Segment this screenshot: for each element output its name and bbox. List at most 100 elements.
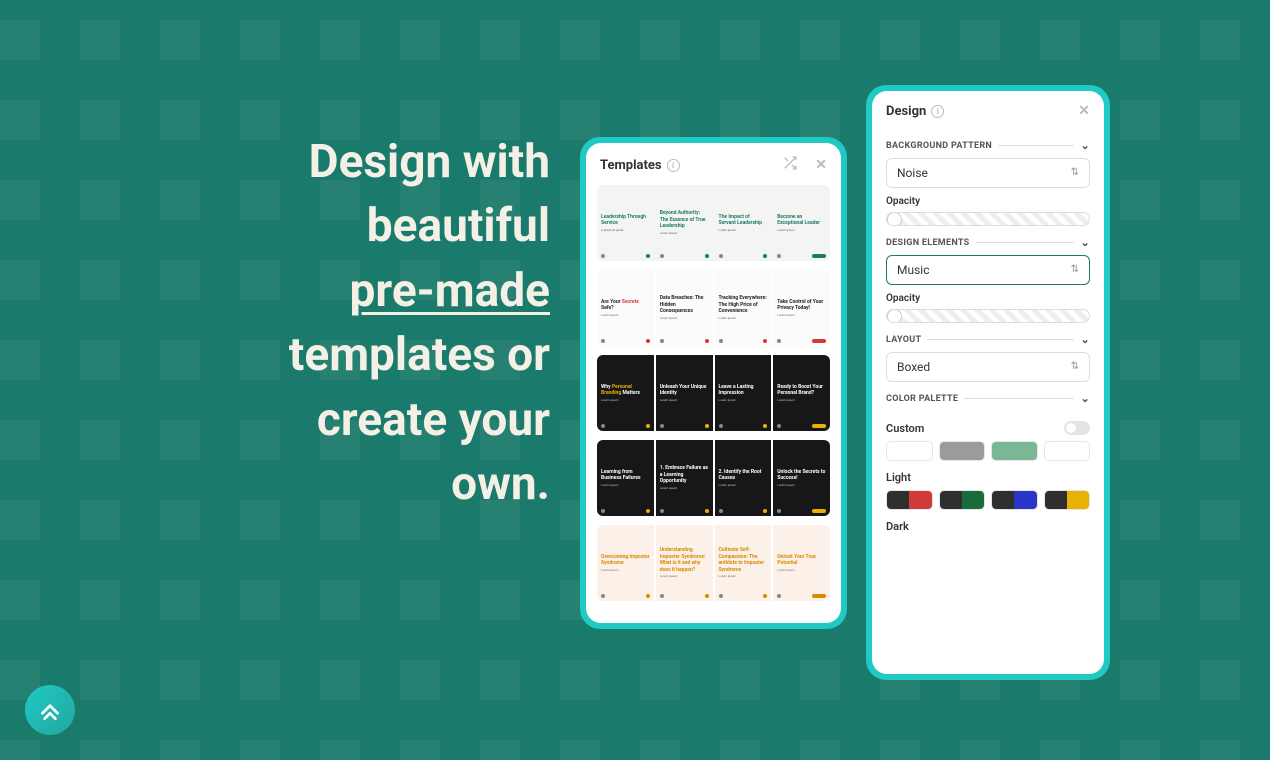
template-card-title: Are Your Secrets Safe?	[601, 299, 650, 312]
select-value: Boxed	[897, 360, 930, 374]
template-card-sub: Lorem ipsum	[601, 399, 650, 403]
template-card[interactable]: Unlock the Secrets to Success!Lorem ipsu…	[773, 440, 830, 516]
section-color-palette[interactable]: COLOR PALETTE ⌄	[886, 392, 1090, 405]
swatch[interactable]	[1044, 441, 1091, 461]
template-card-sub: Lorem ipsum	[660, 232, 709, 236]
templates-list[interactable]: Leadership Through ServiceA practical gu…	[586, 185, 841, 623]
swatch[interactable]	[991, 441, 1038, 461]
palette-swatch[interactable]	[939, 490, 986, 510]
design-phone-frame: Design i ✕ BACKGROUND PATTERN ⌄ Noise ⇅ …	[866, 85, 1110, 680]
layout-select[interactable]: Boxed ⇅	[886, 352, 1090, 382]
palette-swatch[interactable]	[991, 490, 1038, 510]
template-card-sub: Lorem ipsum	[719, 229, 768, 233]
background-pattern-select[interactable]: Noise ⇅	[886, 158, 1090, 188]
headline-line: templates or	[289, 328, 550, 382]
template-card-sub: Lorem ipsum	[601, 569, 650, 573]
design-panel: Design i ✕ BACKGROUND PATTERN ⌄ Noise ⇅ …	[872, 91, 1104, 674]
updown-icon: ⇅	[1071, 168, 1079, 178]
template-card[interactable]: The Impact of Servant LeadershipLorem ip…	[715, 185, 772, 261]
shuffle-icon[interactable]	[782, 155, 798, 175]
section-label: COLOR PALETTE	[886, 394, 958, 404]
palette-swatch[interactable]	[1044, 490, 1091, 510]
template-card[interactable]: Understanding Imposter Syndrome: What is…	[656, 525, 713, 601]
template-card-sub: Lorem ipsum	[719, 484, 768, 488]
template-card[interactable]: 2. Identify the Root Causes Lorem ipsum	[715, 440, 772, 516]
template-card[interactable]: Beyond Authority: The Essence of True Le…	[656, 185, 713, 261]
select-value: Noise	[897, 166, 928, 180]
template-card-sub: Lorem ipsum	[719, 317, 768, 321]
template-card-title: Ready to Boost Your Personal Brand?	[777, 384, 826, 397]
template-card-sub: Lorem ipsum	[777, 229, 826, 233]
template-card-title: Data Breaches: The Hidden Consequences	[660, 295, 709, 315]
templates-panel: Templates i ✕ Leadership Through Service…	[586, 143, 841, 623]
template-row[interactable]: Are Your Secrets Safe?Lorem ipsumData Br…	[597, 270, 830, 346]
select-value: Music	[897, 263, 929, 277]
close-icon[interactable]: ✕	[815, 157, 827, 173]
template-card-title: Understanding Imposter Syndrome: What is…	[660, 547, 709, 573]
template-card-title: Unlock the Secrets to Success!	[777, 469, 826, 482]
template-card[interactable]: Unlock Your True PotentialLorem ipsum	[773, 525, 830, 601]
template-card[interactable]: Tracking Everywhere: The High Price of C…	[715, 270, 772, 346]
template-card[interactable]: Take Control of Your Privacy Today! Lorem…	[773, 270, 830, 346]
template-card-sub: Lorem ipsum	[660, 317, 709, 321]
template-card[interactable]: Unleash Your Unique IdentityLorem ipsum	[656, 355, 713, 431]
light-label: Light	[886, 471, 1090, 484]
design-elements-select[interactable]: Music ⇅	[886, 255, 1090, 285]
template-row[interactable]: Why Personal Branding Matters Lorem ipsum…	[597, 355, 830, 431]
headline-line: beautiful	[367, 199, 550, 253]
template-card[interactable]: Leadership Through ServiceA practical gu…	[597, 185, 654, 261]
close-icon[interactable]: ✕	[1078, 103, 1090, 119]
section-layout[interactable]: LAYOUT ⌄	[886, 333, 1090, 346]
swatch[interactable]	[939, 441, 986, 461]
template-card[interactable]: Why Personal Branding Matters Lorem ipsum	[597, 355, 654, 431]
chevron-down-icon: ⌄	[1080, 333, 1090, 346]
opacity-label: Opacity	[886, 196, 1090, 207]
template-row[interactable]: Leadership Through ServiceA practical gu…	[597, 185, 830, 261]
template-card-sub: A practical guide	[601, 229, 650, 233]
template-card[interactable]: Cultivate Self-Compassion: The antidote …	[715, 525, 772, 601]
template-card-sub: Lorem ipsum	[660, 399, 709, 403]
dark-label: Dark	[886, 520, 1090, 533]
template-card-sub: Lorem ipsum	[660, 487, 709, 491]
hero-headline: Design with beautiful pre-made templates…	[0, 130, 550, 516]
template-card-sub: Lorem ipsum	[777, 314, 826, 318]
template-card-title: 1. Embrace Failure as a Learning Opportu…	[660, 465, 709, 485]
template-card[interactable]: Learning from Business FailuresLorem ips…	[597, 440, 654, 516]
template-card-title: Take Control of Your Privacy Today!	[777, 299, 826, 312]
template-row[interactable]: Overcoming Imposter SyndromeLorem ipsumU…	[597, 525, 830, 601]
updown-icon: ⇅	[1071, 265, 1079, 275]
swatch[interactable]	[886, 441, 933, 461]
info-icon[interactable]: i	[931, 105, 944, 118]
template-card-sub: Lorem ipsum	[719, 399, 768, 403]
template-card[interactable]: Ready to Boost Your Personal Brand?Lorem…	[773, 355, 830, 431]
section-design-elements[interactable]: DESIGN ELEMENTS ⌄	[886, 236, 1090, 249]
light-swatch-row	[886, 490, 1090, 510]
design-title: Design	[886, 104, 926, 119]
template-row[interactable]: Learning from Business FailuresLorem ips…	[597, 440, 830, 516]
elements-opacity-slider[interactable]	[886, 309, 1090, 323]
template-card-title: Why Personal Branding Matters	[601, 384, 650, 397]
template-card[interactable]: Overcoming Imposter SyndromeLorem ipsum	[597, 525, 654, 601]
chevron-down-icon: ⌄	[1080, 236, 1090, 249]
custom-toggle[interactable]	[1064, 421, 1090, 435]
template-card[interactable]: 1. Embrace Failure as a Learning Opportu…	[656, 440, 713, 516]
chevron-down-icon: ⌄	[1080, 392, 1090, 405]
section-label: LAYOUT	[886, 335, 921, 345]
headline-line: own.	[451, 457, 550, 511]
template-card[interactable]: Data Breaches: The Hidden Consequences Lo…	[656, 270, 713, 346]
headline-line: create your	[317, 393, 550, 447]
template-card[interactable]: Leave a Lasting ImpressionLorem ipsum	[715, 355, 772, 431]
template-card[interactable]: Become an Exceptional LeaderLorem ipsum	[773, 185, 830, 261]
template-card[interactable]: Are Your Secrets Safe?Lorem ipsum	[597, 270, 654, 346]
template-card-title: 2. Identify the Root Causes	[719, 469, 768, 482]
updown-icon: ⇅	[1071, 362, 1079, 372]
templates-header: Templates i ✕	[586, 143, 841, 185]
background-opacity-slider[interactable]	[886, 212, 1090, 226]
palette-swatch[interactable]	[886, 490, 933, 510]
custom-palette-header: Custom	[886, 421, 1090, 435]
section-background-pattern[interactable]: BACKGROUND PATTERN ⌄	[886, 139, 1090, 152]
design-body: BACKGROUND PATTERN ⌄ Noise ⇅ Opacity DES…	[872, 129, 1104, 674]
template-card-sub: Lorem ipsum	[777, 569, 826, 573]
template-card-sub: Lorem ipsum	[660, 575, 709, 579]
info-icon[interactable]: i	[667, 159, 680, 172]
